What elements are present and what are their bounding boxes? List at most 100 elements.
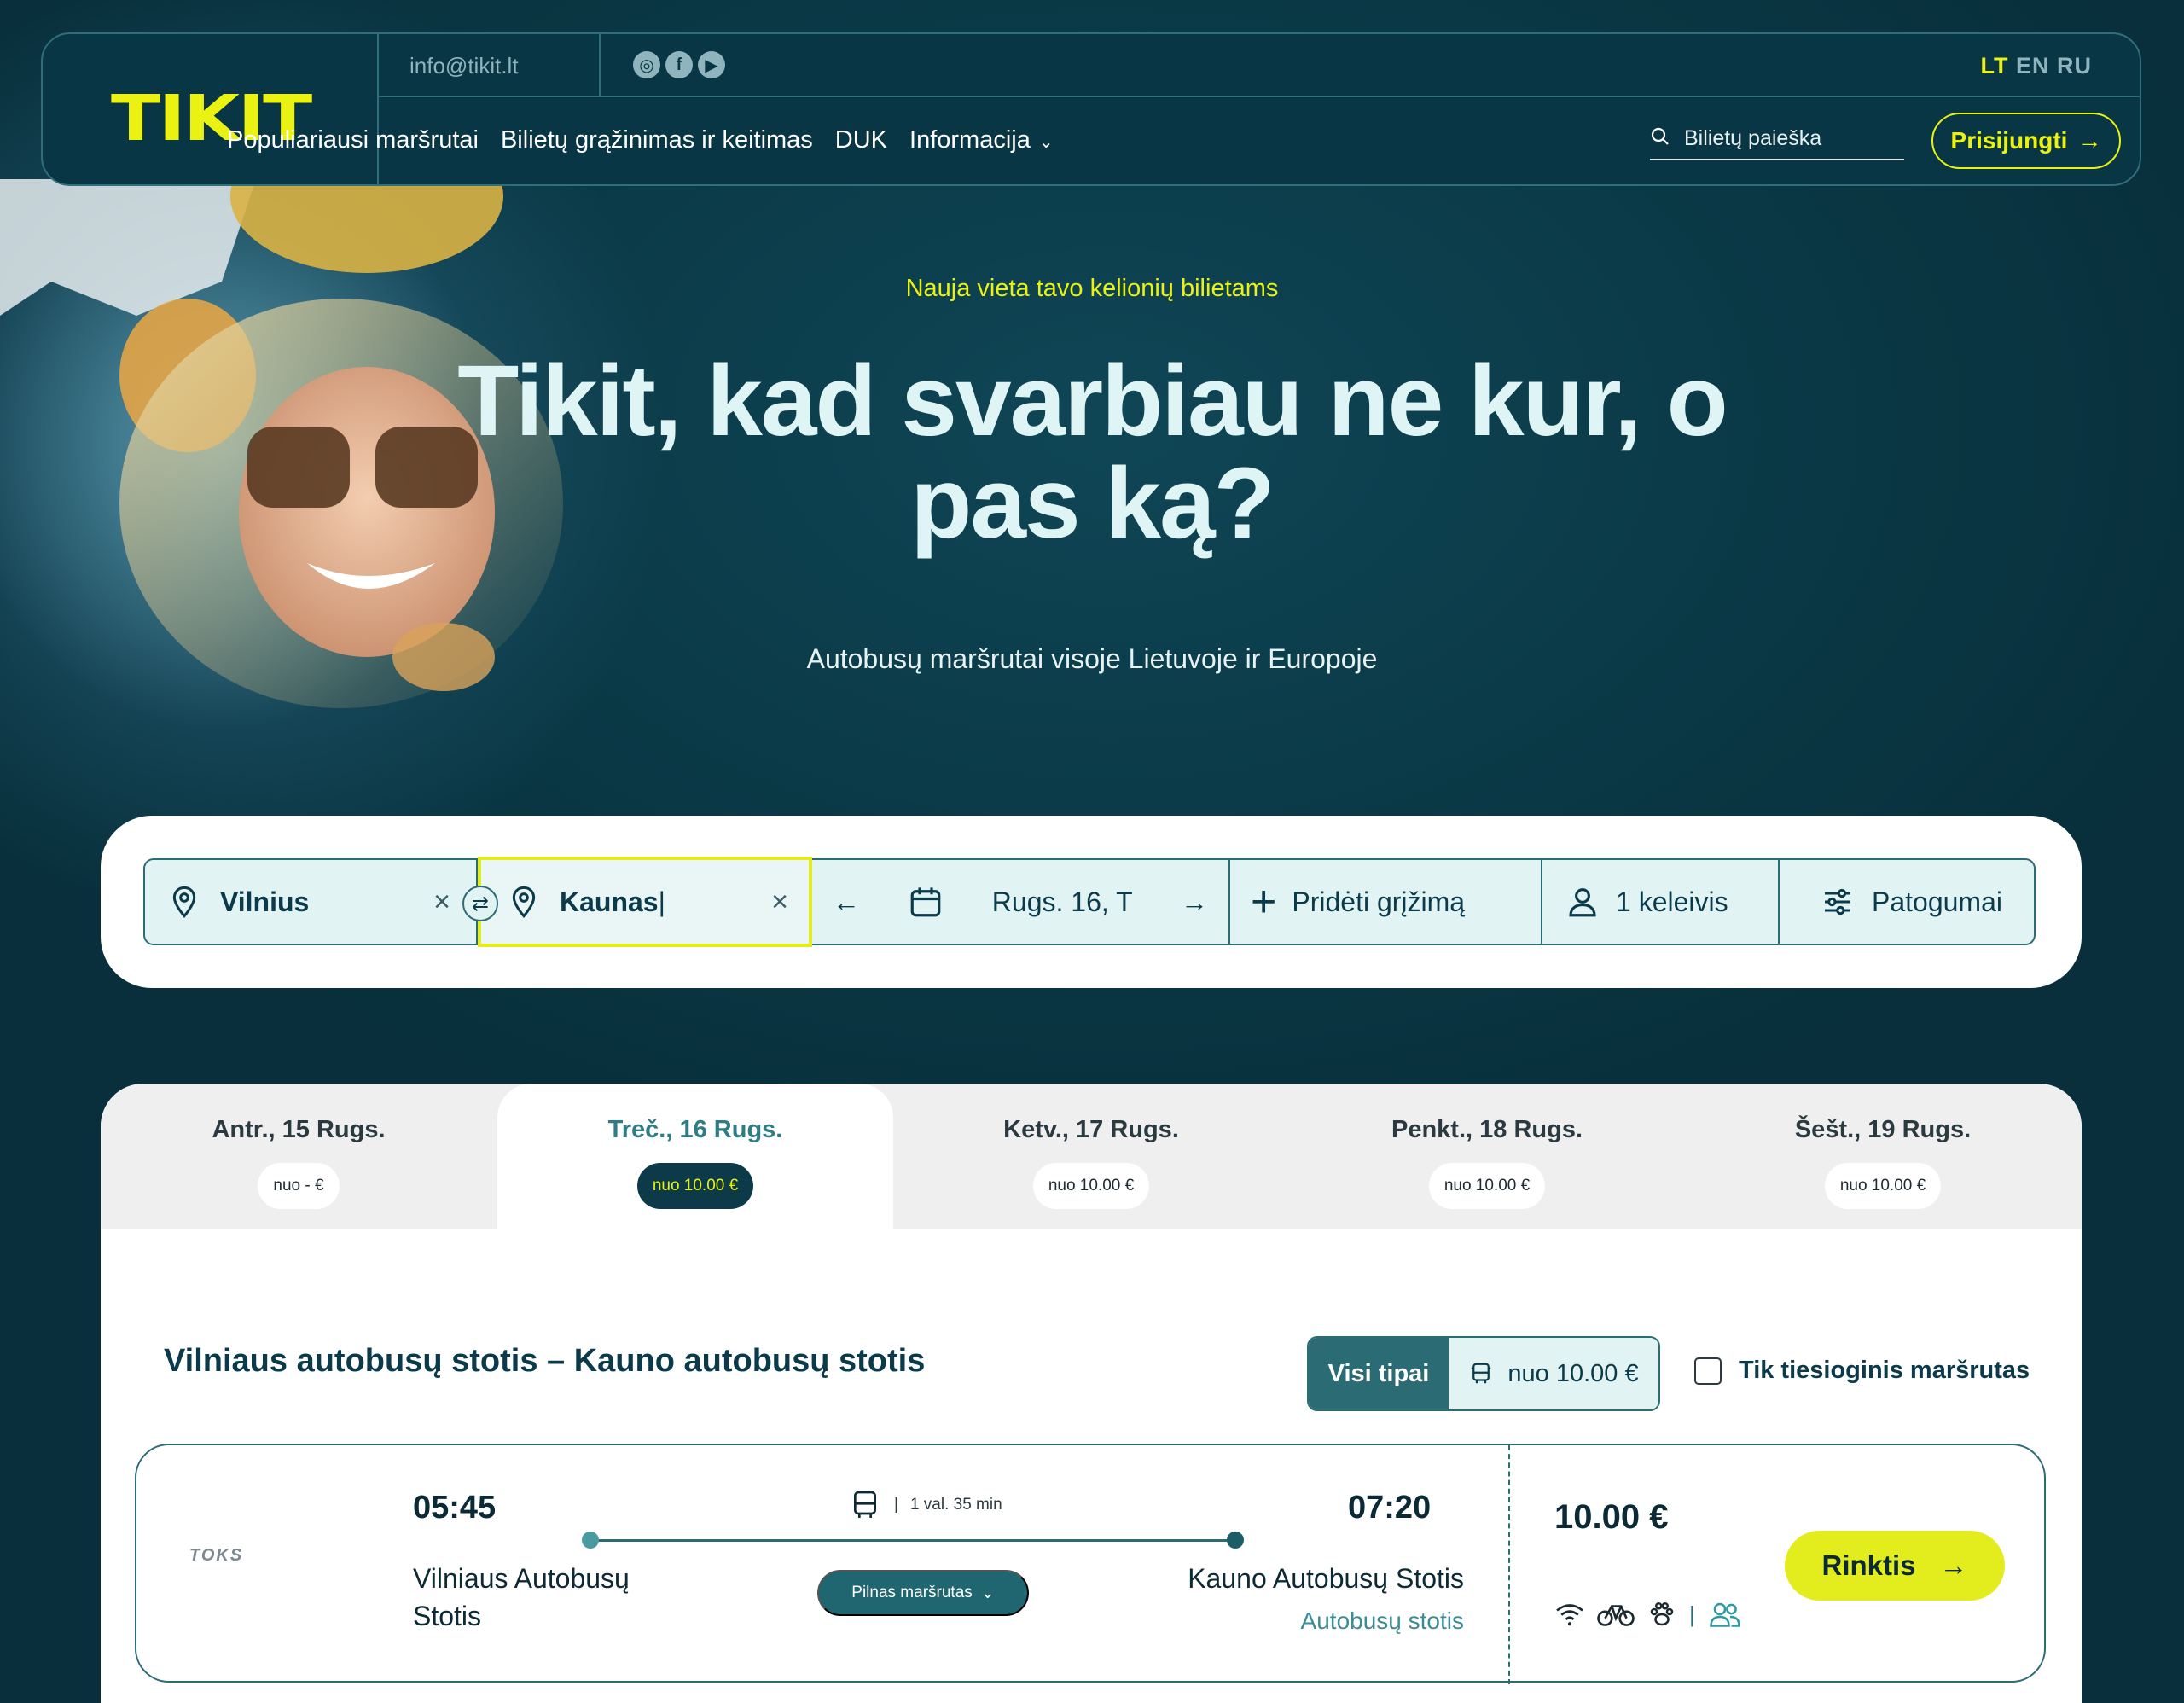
site-header: TIKIT info@tikit.lt ◎ f ▶ LT EN RU Popul… — [41, 32, 2141, 186]
checkbox-box[interactable] — [1694, 1357, 1722, 1385]
arrow-right-icon[interactable]: → — [1181, 886, 1208, 918]
search-icon — [1651, 127, 1669, 145]
date-tab-label: Penkt., 18 Rugs. — [1391, 1116, 1583, 1143]
login-label: Prisijungti — [1950, 127, 2068, 154]
date-tab-price: nuo - € — [258, 1163, 340, 1209]
lang-lt[interactable]: LT — [1980, 53, 2008, 78]
date-field[interactable]: ← Rugs. 16, T → — [812, 860, 1230, 944]
to-value: Kaunas — [560, 886, 659, 917]
lang-en[interactable]: EN — [2016, 53, 2050, 78]
date-tab-label: Ketv., 17 Rugs. — [1003, 1116, 1179, 1143]
duration-separator: | — [894, 1496, 898, 1514]
date-tab[interactable]: Ketv., 17 Rugs. nuo 10.00 € — [893, 1084, 1289, 1229]
facebook-icon[interactable]: f — [665, 51, 693, 78]
nav-refunds[interactable]: Bilietų grąžinimas ir keitimas — [501, 126, 813, 154]
hero-tagline: Nauja vieta tavo kelionių bilietams — [905, 275, 1279, 302]
duration-value: 1 val. 35 min — [909, 1496, 1002, 1514]
bus-icon — [854, 1491, 876, 1518]
add-return-label: Pridėti grįžimą — [1292, 886, 1466, 917]
location-pin-icon — [512, 886, 536, 918]
departure-time: 05:45 — [413, 1490, 497, 1526]
amenities-label: Patogumai — [1872, 886, 2002, 917]
bicycle-icon — [1597, 1605, 1635, 1626]
dashed-divider — [1508, 1445, 1510, 1684]
add-return-button[interactable]: + Pridėti grįžimą — [1230, 860, 1542, 944]
arrival-stop: Kauno Autobusų Stotis — [1188, 1563, 1464, 1594]
nav-information[interactable]: Informacija ⌄ — [909, 126, 1054, 154]
from-value: Vilnius — [220, 886, 310, 917]
instagram-icon[interactable]: ◎ — [633, 51, 660, 78]
ticket-search-input[interactable] — [1684, 126, 1889, 151]
contact-email-link[interactable]: info@tikit.lt — [410, 53, 519, 79]
amenities-separator: | — [1689, 1601, 1695, 1627]
clear-to-icon[interactable]: × — [771, 886, 788, 919]
bus-price-label: nuo 10.00 € — [1507, 1359, 1639, 1387]
arrival-time: 07:20 — [1348, 1490, 1432, 1526]
login-button[interactable]: Prisijungti → — [1931, 113, 2121, 169]
choose-trip-button[interactable]: Rinktis → — [1785, 1531, 2005, 1601]
trip-amenities: | — [1554, 1599, 1743, 1630]
all-types-button[interactable]: Visi tipai — [1309, 1338, 1449, 1409]
youtube-icon[interactable]: ▶ — [698, 51, 725, 78]
date-tab-label: Antr., 15 Rugs. — [212, 1116, 386, 1143]
passengers-field[interactable]: 1 keleivis — [1542, 860, 1780, 944]
route-line — [589, 1539, 1234, 1542]
clear-from-icon[interactable]: × — [433, 886, 450, 919]
sliders-icon — [1825, 888, 1850, 915]
date-tab[interactable]: Šešt., 19 Rugs. nuo 10.00 € — [1685, 1084, 2081, 1229]
arrival-dot — [1227, 1532, 1244, 1549]
trip-price: 10.00 € — [1554, 1498, 1669, 1536]
passengers-value: 1 keleivis — [1616, 886, 1728, 917]
nav-popular-routes[interactable]: Populiariausi maršrutai — [227, 126, 479, 154]
hero-subline: Autobusų maršrutai visoje Lietuvoje ir E… — [806, 643, 1378, 674]
nav-faq[interactable]: DUK — [835, 126, 887, 154]
date-value: Rugs. 16, T — [991, 886, 1133, 917]
date-tab[interactable]: Antr., 15 Rugs. nuo - € — [101, 1084, 497, 1229]
arrow-left-icon[interactable]: ← — [833, 886, 860, 918]
date-tabs: Antr., 15 Rugs. nuo - € Treč., 16 Rugs. … — [101, 1084, 2082, 1229]
amenities-filter[interactable]: Patogumai — [1780, 860, 2034, 944]
date-tab-price: nuo 10.00 € — [1824, 1163, 1942, 1209]
date-tab-label: Šešt., 19 Rugs. — [1794, 1116, 1972, 1143]
pet-icon — [1650, 1601, 1674, 1626]
header-divider — [599, 34, 601, 97]
nav-information-label: Informacija — [909, 126, 1031, 154]
direct-only-checkbox[interactable]: Tik tiesioginis maršrutas — [1694, 1357, 2030, 1385]
results-panel: Antr., 15 Rugs. nuo - € Treč., 16 Rugs. … — [101, 1084, 2082, 1703]
date-tab-price: nuo 10.00 € — [1428, 1163, 1546, 1209]
logo-cell: TIKIT — [43, 34, 379, 184]
bus-type-button[interactable]: nuo 10.00 € — [1449, 1338, 1658, 1409]
arrival-stop-type: Autobusų stotis — [1300, 1607, 1464, 1634]
trip-duration: | 1 val. 35 min — [848, 1488, 1002, 1522]
lang-ru[interactable]: RU — [2057, 53, 2092, 78]
departure-stop: Vilniaus Autobusų Stotis — [413, 1563, 630, 1631]
wifi-icon — [1556, 1604, 1583, 1626]
ticket-search — [1650, 126, 1904, 160]
date-tab[interactable]: Penkt., 18 Rugs. nuo 10.00 € — [1289, 1084, 1685, 1229]
transport-type-toggle: Visi tipai nuo 10.00 € — [1307, 1336, 1660, 1411]
chevron-down-icon: ⌄ — [980, 1584, 995, 1602]
user-icon — [1569, 888, 1596, 917]
swap-icon[interactable]: ⇄ — [462, 886, 498, 921]
route-title: Vilniaus autobusų stotis – Kauno autobus… — [164, 1343, 926, 1379]
direct-only-label: Tik tiesioginis maršrutas — [1739, 1357, 2030, 1384]
trip-card[interactable]: TOKS 05:45 07:20 | 1 val. 35 min Vilniau… — [135, 1444, 2046, 1684]
header-top-row: info@tikit.lt ◎ f ▶ LT EN RU — [379, 34, 2140, 97]
departure-dot — [582, 1532, 599, 1549]
choose-label: Rinktis — [1821, 1549, 1916, 1581]
text-cursor: | — [658, 886, 665, 917]
date-tab-active[interactable]: Treč., 16 Rugs. nuo 10.00 € — [497, 1084, 893, 1229]
full-route-label: Pilnas maršrutas — [851, 1584, 973, 1601]
from-field[interactable]: Vilnius × ⇄ — [145, 860, 498, 944]
date-tab-price: nuo 10.00 € — [1032, 1163, 1150, 1209]
chevron-down-icon: ⌄ — [1038, 133, 1054, 152]
hero-headline: Tikit, kad svarbiau ne kur, o pas ką? — [457, 345, 1728, 560]
plus-icon: + — [1251, 877, 1277, 927]
to-field[interactable]: Kaunas | × — [478, 857, 812, 947]
full-route-button[interactable]: Pilnas maršrutas ⌄ — [817, 1570, 1029, 1616]
arrow-right-icon: → — [1939, 1549, 1968, 1581]
operator-logo: TOKS — [189, 1546, 244, 1565]
route-search-bar: Vilnius × ⇄ Kaunas | × ← Rugs. 16, T → + … — [143, 857, 2036, 947]
arrow-right-icon: → — [2077, 127, 2102, 154]
route-search-card: Vilnius × ⇄ Kaunas | × ← Rugs. 16, T → + … — [101, 816, 2082, 988]
